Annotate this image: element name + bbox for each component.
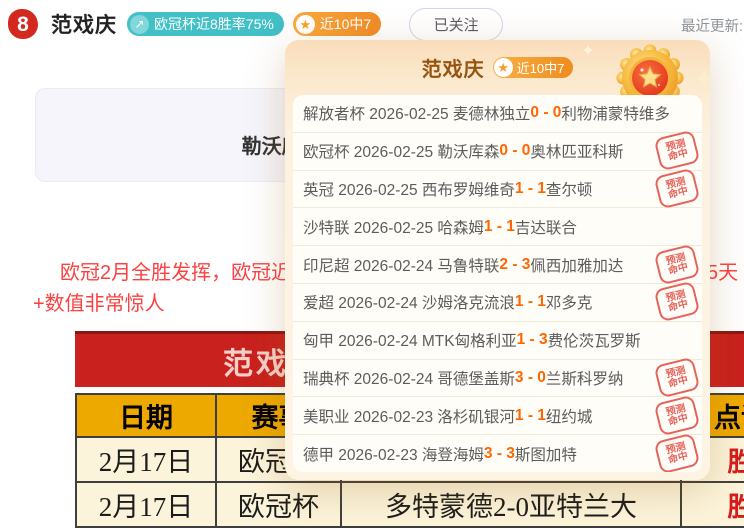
record-away: 纽约城 [546,405,593,427]
winrate-badge: ↗ 欧冠杯近8胜率75% [127,12,284,36]
popup-header: 范戏庆 ★ 近10中7 [285,40,710,95]
hit-stamp-icon: 预测命中 [654,432,701,472]
winrate-badge-label: 欧冠杯近8胜率75% [154,14,274,34]
brand-logo-icon: 8 [8,9,38,39]
record-away: 邓多克 [546,291,593,313]
record-text: 爱超 2026-02-24 沙姆洛克流浪 [303,291,515,313]
record-text: 英冠 2026-02-25 西布罗姆维奇 [303,178,515,200]
record-text: 美职业 2026-02-23 洛杉矶银河 [303,405,515,427]
record-away: 奥林匹亚科斯 [530,140,623,162]
record-text: 匈甲 2026-02-24 MTK匈格利亚 [303,329,517,351]
record-score: 1 - 1 [484,218,515,236]
hit-stamp-icon: 预测命中 [654,130,701,172]
hit-stamp-icon: 预测命中 [654,357,701,399]
hit-stamp-icon: 预测命中 [654,394,701,436]
popup-expert-name: 范戏庆 [422,53,485,82]
popup-streak-badge: ★ 近10中7 [493,57,574,78]
record-away: 斯图加特 [515,443,577,465]
record-text: 沙特联 2026-02-25 哈森姆 [303,216,484,238]
hit-stamp-icon: 预测命中 [654,281,701,323]
record-away: 吉达联合 [515,216,577,238]
record-row[interactable]: 德甲 2026-02-23 海登海姆3 - 3斯图加特 预测命中 [293,435,702,472]
record-away: 佩西加雅加达 [530,254,623,276]
prediction-list: 解放者杯 2026-02-25 麦德林独立0 - 0利物浦蒙特维多欧冠杯 202… [293,95,702,472]
record-text: 印尼超 2026-02-24 马鲁特联 [303,254,499,276]
record-score: 1 - 1 [515,407,546,425]
record-away: 利物浦蒙特维多 [561,102,670,124]
record-score: 1 - 3 [517,331,548,349]
record-score: 3 - 3 [484,445,515,463]
record-score: 3 - 0 [515,369,546,387]
record-row[interactable]: 匈甲 2026-02-24 MTK匈格利亚1 - 3费伦茨瓦罗斯 [293,322,702,360]
followed-button[interactable]: 已关注 [409,8,503,41]
star-icon: ★ [494,58,513,77]
hit-stamp-icon: 预测命中 [654,243,701,285]
record-score: 1 - 1 [515,180,546,198]
trend-up-icon: ↗ [130,15,149,34]
hit-stamp-icon: 预测命中 [654,168,701,210]
promo-text-line2: +数值非常惊人 [33,287,165,316]
record-away: 费伦茨瓦罗斯 [548,329,641,351]
record-row[interactable]: 美职业 2026-02-23 洛杉矶银河1 - 1纽约城 预测命中 [293,397,702,435]
popup-streak-label: 近10中7 [517,58,565,77]
record-text: 瑞典杯 2026-02-24 哥德堡盖斯 [303,367,515,389]
record-score: 2 - 3 [499,256,530,274]
star-icon: ★ [296,15,315,34]
record-row[interactable]: 瑞典杯 2026-02-24 哥德堡盖斯3 - 0兰斯科罗纳 预测命中 [293,360,702,398]
record-away: 查尔顿 [546,178,593,200]
table-cell-date: 2月17日 [76,437,216,482]
record-score: 0 - 0 [530,104,561,122]
promo-text-line1: 欧冠2月全胜发挥，欧冠近期 [60,256,311,285]
record-row[interactable]: 印尼超 2026-02-24 马鲁特联2 - 3佩西加雅加达 预测命中 [293,246,702,284]
record-text: 欧冠杯 2026-02-25 勒沃库森 [303,140,499,162]
record-row[interactable]: 解放者杯 2026-02-25 麦德林独立0 - 0利物浦蒙特维多 [293,95,702,133]
record-score: 0 - 0 [499,142,530,160]
record-text: 解放者杯 2026-02-25 麦德林独立 [303,102,530,124]
table-header-cell: 日期 [76,394,216,437]
record-away: 兰斯科罗纳 [546,367,624,389]
expert-name: 范戏庆 [51,9,117,39]
record-row[interactable]: 沙特联 2026-02-25 哈森姆1 - 1吉达联合 [293,208,702,246]
expert-record-popup: 范戏庆 ★ 近10中7 解放者杯 2026-02-25 麦德林独立0 - 0利物… [285,40,710,480]
record-row[interactable]: 爱超 2026-02-24 沙姆洛克流浪1 - 1邓多克 预测命中 [293,284,702,322]
streak-badge-label: 近10中7 [320,14,371,34]
record-row[interactable]: 英冠 2026-02-25 西布罗姆维奇1 - 1查尔顿 预测命中 [293,171,702,209]
streak-badge: ★ 近10中7 [293,12,381,36]
record-score: 1 - 1 [515,293,546,311]
last-updated-label: 最近更新: [681,15,743,36]
promo-text-line1-tail: 5天 [707,256,738,285]
record-row[interactable]: 欧冠杯 2026-02-25 勒沃库森0 - 0奥林匹亚科斯 预测命中 [293,133,702,171]
record-text: 德甲 2026-02-23 海登海姆 [303,443,484,465]
